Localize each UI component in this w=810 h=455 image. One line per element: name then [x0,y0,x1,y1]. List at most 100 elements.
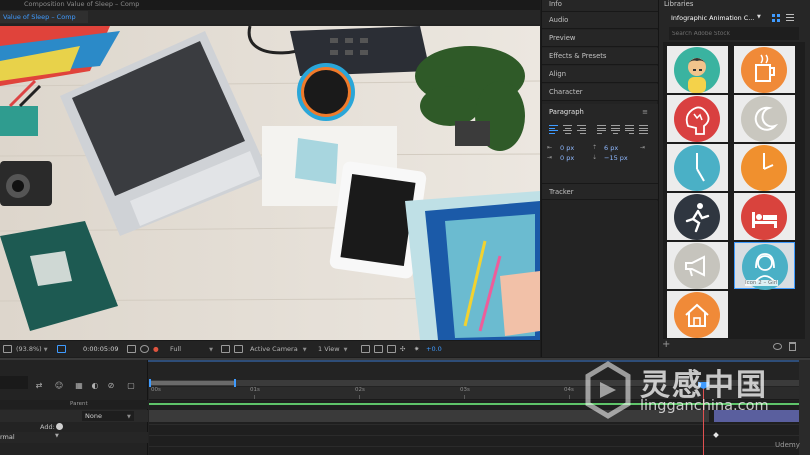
reset-exposure-icon[interactable]: ✷ [414,345,419,353]
panel-menu-icon[interactable]: ≡ [642,108,648,116]
character-panel-tab[interactable]: Character [542,84,658,101]
space-after-value[interactable]: −15 px [604,154,628,162]
shy-layers-icon[interactable]: ☺ [54,381,64,390]
paragraph-title[interactable]: Paragraph [549,108,584,116]
library-asset-tile[interactable] [734,46,795,93]
chevron-down-icon[interactable]: ▼ [757,14,761,20]
effects-presets-panel-tab[interactable]: Effects & Presets [542,48,658,65]
frame-blending-icon[interactable]: ▦ [74,381,84,390]
current-time-field[interactable] [0,376,28,389]
composition-tab[interactable]: Value of Sleep – Comp [0,11,88,23]
parent-dropdown[interactable]: None ▼ [82,411,134,421]
indent-left-value[interactable]: 0 px [560,144,574,152]
brain-stress-icon [674,96,720,142]
boy-icon [674,47,720,93]
audio-panel-tab[interactable]: Audio [542,12,658,29]
flowchart-icon[interactable]: ✣ [400,345,405,353]
draft-icon[interactable]: ▢ [126,381,136,390]
grid-view-icon[interactable] [772,14,780,22]
justify-center-icon[interactable] [611,125,620,134]
work-area-range[interactable] [149,381,235,385]
library-asset-tile[interactable] [667,193,728,240]
library-asset-tile[interactable] [667,95,728,142]
blend-mode-dropdown[interactable]: rmal [0,433,15,441]
align-panel-tab[interactable]: Align [542,66,658,83]
library-asset-tile[interactable] [734,144,795,191]
region-of-interest-icon[interactable] [57,345,66,353]
comp-mini-flowchart-icon[interactable]: ⇄ [34,381,44,390]
justify-left-icon[interactable] [597,125,606,134]
info-panel-tab[interactable]: Info [542,0,658,12]
justify-all-icon[interactable] [639,125,648,134]
composition-tabbar: Value of Sleep – Comp [0,10,540,24]
composition-footer: (93.8%) ▼ 0:00:05:09 ● Full ▼ Active Camer… [0,340,540,357]
view-layout-value: 1 View [318,345,340,353]
align-center-icon[interactable] [563,125,572,134]
camera-snapshot-icon[interactable] [127,345,136,353]
composition-viewer[interactable] [0,26,540,340]
megaphone-icon [674,243,720,289]
library-asset-grid: Icon 2 – Girl [663,42,805,339]
view-layout-dropdown[interactable]: 1 View ▼ [318,345,348,353]
timeline-zoom-strip[interactable] [799,360,810,455]
ruler-tick [464,395,465,399]
chevron-down-icon: ▼ [302,347,307,353]
trash-icon[interactable] [789,342,796,351]
motion-blur-icon[interactable] [387,345,396,353]
justify-right-icon[interactable] [625,125,634,134]
paragraph-panel: Paragraph ≡ ⇤ 0 px ⇥ 0 px ⇡ 6 px ⇣ −15 p… [542,104,658,184]
chevron-down-icon: ▼ [343,347,348,353]
indent-first-line-icon: ⇥ [547,154,553,161]
chevron-down-icon[interactable]: ▼ [55,433,59,439]
space-after-icon: ⇣ [592,154,598,161]
motion-blur-switch-icon[interactable]: ◐ [90,381,100,390]
chevron-down-icon: ▼ [209,347,213,353]
library-asset-tile[interactable] [734,95,795,142]
timecode[interactable]: 0:00:05:09 [83,345,119,353]
preview-panel-tab[interactable]: Preview [542,30,658,47]
stock-search-input[interactable] [669,27,799,40]
library-asset-tile[interactable] [667,242,728,289]
libraries-title[interactable]: Libraries [664,0,693,8]
libraries-panel: Libraries Infographic Animation C... ▼ S… [658,0,810,357]
transparency-grid-icon[interactable] [221,345,230,353]
house-icon [674,292,720,338]
tracker-panel-tab[interactable]: Tracker [542,184,658,200]
toggle-pixel-aspect-icon[interactable] [361,345,370,353]
camera-dropdown[interactable]: Active Camera ▼ [250,345,307,353]
space-before-value[interactable]: 6 px [604,144,618,152]
resolution-value: Full [170,345,182,353]
library-asset-tile[interactable] [667,291,728,338]
color-channel-icon[interactable]: ● [153,345,159,353]
monitor-icon[interactable] [3,345,12,353]
composition-header: Composition Value of Sleep – Comp [0,0,540,10]
work-area-start-handle[interactable] [149,379,151,387]
add-content-icon[interactable]: + [662,339,670,350]
library-asset-tile[interactable] [667,144,728,191]
align-right-icon[interactable] [577,125,586,134]
indent-left-icon: ⇤ [547,144,553,151]
composition-window-title: Composition Value of Sleep – Comp [24,0,140,8]
chevron-down-icon: ▼ [126,414,131,420]
fast-preview-icon[interactable] [234,345,243,353]
draft-3d-icon[interactable] [374,345,383,353]
add-property-button[interactable] [56,423,63,430]
track-divider [149,424,810,425]
sync-status-icon[interactable] [773,343,782,350]
indent-first-line-value[interactable]: 0 px [560,154,574,162]
work-area-end-handle[interactable] [234,379,236,387]
parent-column-header: Parent [70,401,88,407]
library-asset-tile-hovered[interactable]: Icon 2 – Girl [734,242,795,290]
list-view-icon[interactable] [786,14,794,22]
mode-row [0,432,148,443]
library-asset-tile[interactable] [734,193,795,240]
graph-editor-icon[interactable]: ⊘ [106,381,116,390]
align-left-icon[interactable] [549,125,558,134]
resolution-dropdown[interactable]: Full ▼ [170,345,213,353]
ruler-tick-label: 03s [460,387,470,393]
library-dropdown[interactable]: Infographic Animation C... [671,14,754,22]
exposure-value[interactable]: +0.0 [426,345,442,353]
library-asset-tile[interactable] [667,46,728,93]
show-snapshot-icon[interactable] [140,345,149,353]
zoom-dropdown[interactable]: (93.8%) ▼ [16,345,48,353]
